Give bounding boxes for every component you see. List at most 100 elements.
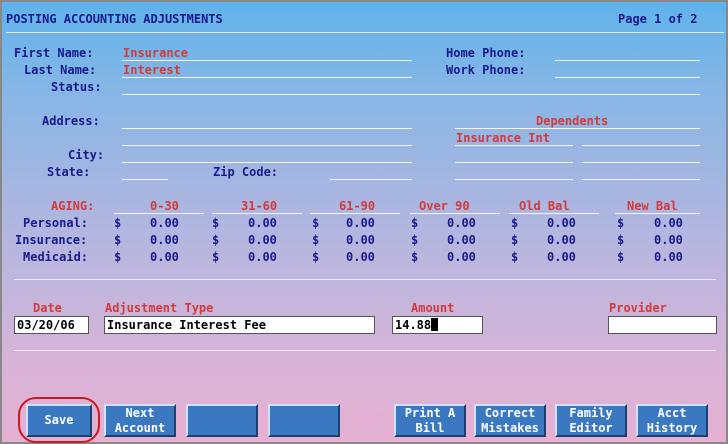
currency-symbol: $ [511,233,519,247]
last-name-value[interactable]: Interest [123,63,181,77]
aging-col-0-30: 0-30 [150,199,179,213]
aging-col-underline [509,213,599,214]
last-name-label: Last Name: [24,63,97,77]
aging-row-label: Personal: [23,216,89,230]
aging-value: 0.00 [447,233,476,247]
aging-value: 0.00 [346,216,375,230]
currency-symbol: $ [212,233,220,247]
dependents-divider [455,128,700,129]
state-label: State: [47,165,91,179]
provider-input[interactable] [608,316,717,334]
state-field[interactable] [122,179,168,180]
currency-symbol: $ [617,250,625,264]
aging-value: 0.00 [248,250,277,264]
home-phone-field[interactable] [555,60,700,61]
currency-symbol: $ [511,250,519,264]
header-divider [6,32,724,33]
aging-value: 0.00 [346,233,375,247]
aging-col-underline [615,213,700,214]
blank-button-2[interactable] [268,404,340,437]
aging-label: AGING: [51,199,95,213]
correct-mistakes-button[interactable]: Correct Mistakes [474,404,546,437]
aging-value: 0.00 [654,216,683,230]
aging-row-label: Medicaid: [23,250,89,264]
address-label: Address: [42,114,100,128]
status-field[interactable] [122,94,700,95]
amount-input[interactable]: 14.88 [392,316,483,334]
currency-symbol: $ [312,233,320,247]
zip-code-field[interactable] [330,179,412,180]
work-phone-label: Work Phone: [446,63,526,77]
first-name-underline [122,60,412,61]
dependent-1-underline [455,145,573,146]
dependent-4-field[interactable] [582,162,700,163]
dependent-2-field[interactable] [582,145,700,146]
work-phone-field[interactable] [555,77,700,78]
status-label: Status: [51,80,102,94]
currency-symbol: $ [617,216,625,230]
section-divider [14,350,716,351]
adjustment-type-label: Adjustment Type [105,301,214,315]
aging-value: 0.00 [447,250,476,264]
zip-code-label: Zip Code: [213,165,279,179]
amount-label: Amount [411,301,455,315]
dependent-6-field[interactable] [582,179,700,180]
posting-window: POSTING ACCOUNTING ADJUSTMENTS Page 1 of… [0,0,728,444]
text-cursor [431,318,439,331]
dependents-label: Dependents [536,114,609,128]
home-phone-label: Home Phone: [446,46,526,60]
aging-value: 0.00 [654,250,683,264]
currency-symbol: $ [114,216,122,230]
aging-value: 0.00 [547,233,576,247]
dependent-1[interactable]: Insurance Int [456,131,550,145]
aging-col-old-bal: Old Bal [519,199,570,213]
dependent-5-field[interactable] [455,179,573,180]
aging-value: 0.00 [654,233,683,247]
next-account-button[interactable]: Next Account [104,404,176,437]
aging-value: 0.00 [547,250,576,264]
aging-value: 0.00 [150,233,179,247]
currency-symbol: $ [312,216,320,230]
family-editor-button[interactable]: Family Editor [555,404,627,437]
currency-symbol: $ [212,216,220,230]
aging-col-underline [310,213,400,214]
section-divider [14,279,716,280]
aging-col-31-60: 31-60 [241,199,278,213]
aging-col-underline [410,213,500,214]
aging-col-over-90: Over 90 [419,199,470,213]
blank-button-1[interactable] [186,404,258,437]
currency-symbol: $ [511,216,519,230]
save-button-highlight [18,397,100,443]
provider-label: Provider [609,301,667,315]
last-name-underline [122,77,412,78]
aging-col-underline [212,213,302,214]
aging-value: 0.00 [447,216,476,230]
page-title: POSTING ACCOUNTING ADJUSTMENTS [6,12,223,26]
address-field-2[interactable] [122,145,412,146]
aging-col-new-bal: New Bal [627,199,678,213]
aging-col-underline [114,213,204,214]
currency-symbol: $ [114,250,122,264]
aging-value: 0.00 [150,216,179,230]
aging-value: 0.00 [547,216,576,230]
date-label: Date [33,301,62,315]
city-label: City: [68,148,105,162]
acct-history-button[interactable]: Acct History [636,404,708,437]
date-input[interactable]: 03/20/06 [14,316,89,334]
aging-row-label: Insurance: [15,233,88,247]
adjustment-type-input[interactable]: Insurance Interest Fee [104,316,375,334]
aging-col-61-90: 61-90 [339,199,376,213]
city-field[interactable] [122,162,412,163]
aging-value: 0.00 [248,233,277,247]
currency-symbol: $ [617,233,625,247]
currency-symbol: $ [411,250,419,264]
first-name-label: First Name: [14,46,94,60]
aging-value: 0.00 [150,250,179,264]
dependent-3-field[interactable] [455,162,573,163]
currency-symbol: $ [411,233,419,247]
first-name-value[interactable]: Insurance [123,46,188,60]
currency-symbol: $ [114,233,122,247]
address-field-1[interactable] [122,128,412,129]
print-bill-button[interactable]: Print A Bill [394,404,466,437]
currency-symbol: $ [212,250,220,264]
